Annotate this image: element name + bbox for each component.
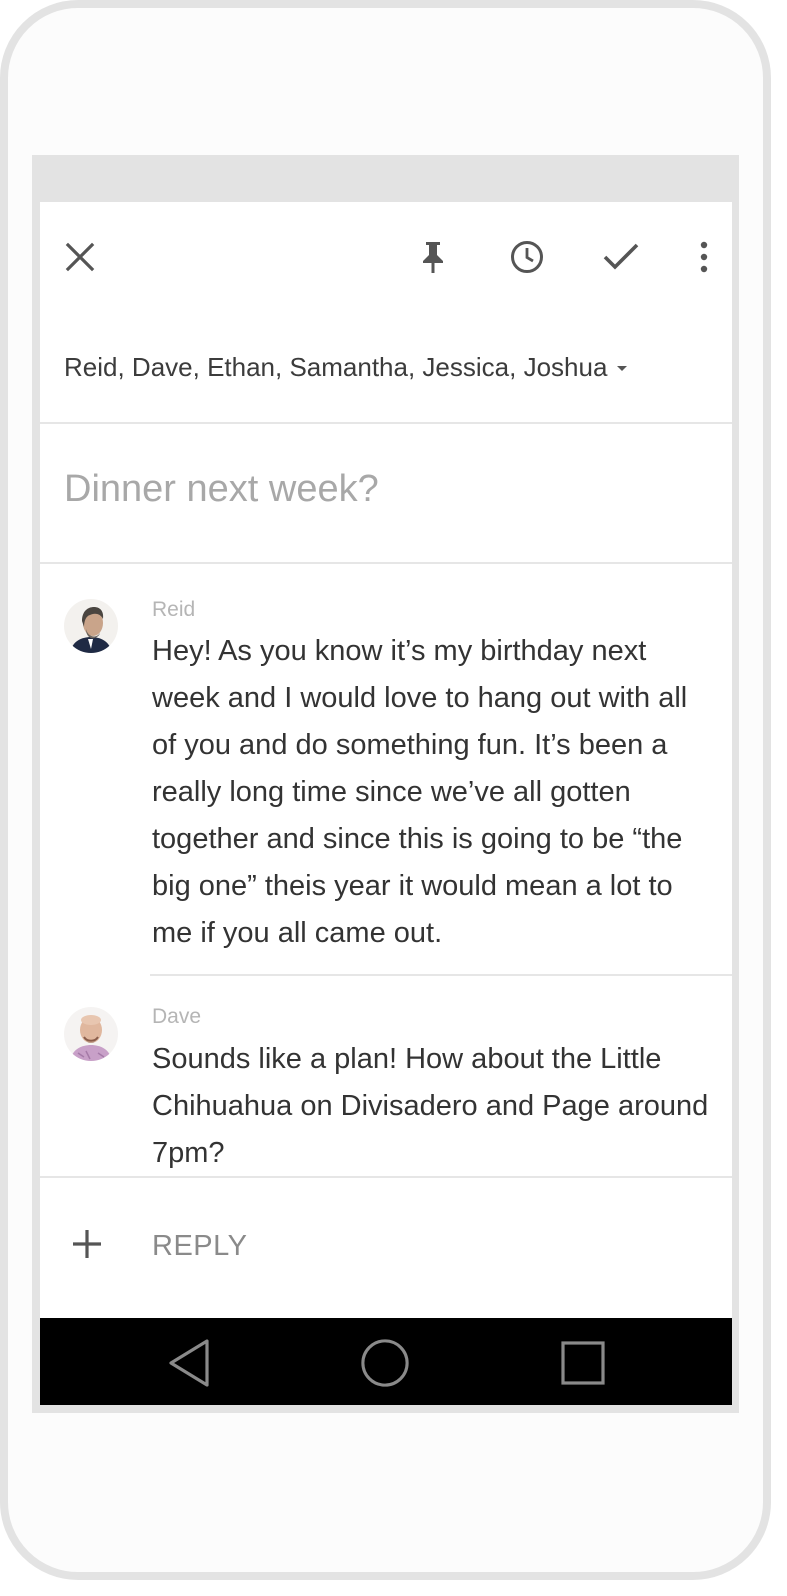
home-circle-icon[interactable] [360, 1338, 410, 1388]
message-item: Reid Hey! As you know it’s my birthday n… [40, 562, 732, 976]
message-item: Dave Sounds like a plan! How about the L… [40, 976, 732, 1176]
message-body: Sounds like a plan! How about the Little… [152, 1043, 709, 1169]
reply-bar: REPLY [40, 1176, 732, 1318]
message-body: Hey! As you know it’s my birthday next w… [152, 635, 688, 949]
recipients-label: Reid, Dave, Ethan, Samantha, Jessica, Jo… [64, 352, 608, 382]
divider [40, 422, 732, 424]
subject-title: Dinner next week? [64, 468, 379, 510]
conversation-screen: Reid, Dave, Ethan, Samantha, Jessica, Jo… [40, 202, 732, 1318]
recipients-dropdown[interactable]: Reid, Dave, Ethan, Samantha, Jessica, Jo… [64, 352, 628, 383]
status-bar [40, 163, 732, 202]
recents-square-icon[interactable] [558, 1338, 608, 1388]
plus-icon[interactable] [67, 1224, 107, 1264]
avatar [64, 599, 118, 653]
avatar [64, 1007, 118, 1061]
sender-name: Reid [152, 598, 196, 621]
reply-button[interactable]: REPLY [152, 1230, 247, 1263]
sender-name: Dave [152, 1005, 202, 1028]
pin-icon[interactable] [409, 233, 457, 281]
back-triangle-icon[interactable] [164, 1338, 214, 1388]
check-icon[interactable] [597, 233, 645, 281]
toolbar [40, 202, 732, 312]
caret-down-icon [617, 366, 628, 371]
more-vert-icon[interactable] [680, 233, 728, 281]
close-icon[interactable] [56, 233, 104, 281]
android-nav-bar [40, 1318, 732, 1405]
clock-icon[interactable] [503, 233, 551, 281]
